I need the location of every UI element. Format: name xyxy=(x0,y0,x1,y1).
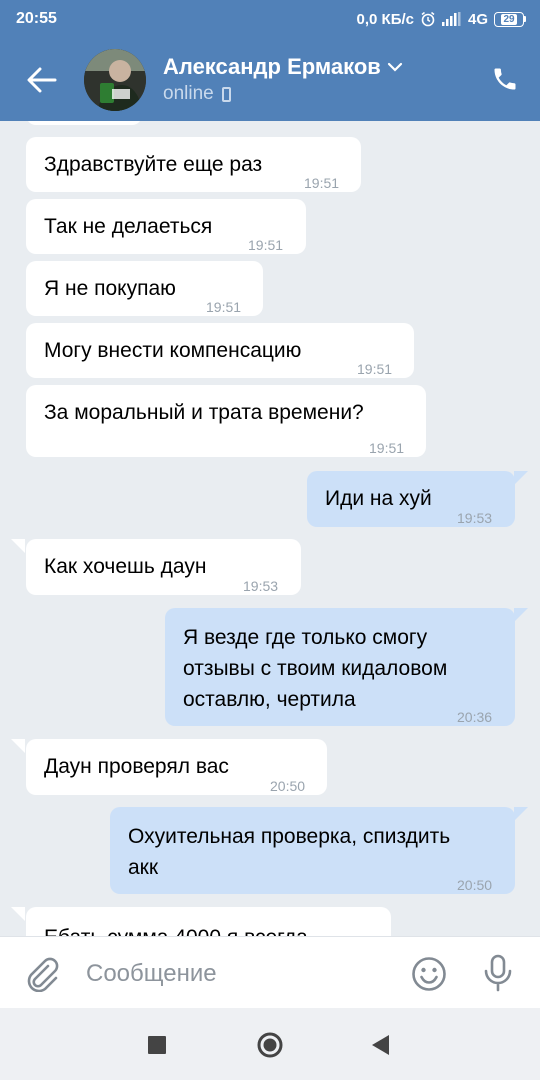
bubble-tail xyxy=(514,471,528,485)
message-input[interactable] xyxy=(86,957,386,991)
message-bubble-outgoing[interactable]: Я везде где только смогу отзывы с твоим … xyxy=(165,608,515,726)
signal-icon xyxy=(441,12,461,26)
contact-presence: online xyxy=(163,83,231,105)
message-bubble-incoming[interactable]: Как хочешь даун 19:53 xyxy=(26,539,301,595)
message-time: 20:50 xyxy=(457,877,493,893)
status-bar: 20:55 0,0 КБ/с 4G 29 xyxy=(0,0,540,38)
message-time: 19:51 xyxy=(248,237,284,253)
recent-apps-icon xyxy=(148,1036,166,1054)
message-text: Я не покупаю xyxy=(44,277,176,300)
bubble-tail xyxy=(514,807,528,821)
phone-icon xyxy=(494,68,516,90)
voice-message-button[interactable] xyxy=(482,954,514,992)
back-nav-button[interactable] xyxy=(365,1030,395,1060)
system-navigation-bar xyxy=(0,1008,540,1080)
message-time: 20:36 xyxy=(457,709,493,725)
back-icon xyxy=(372,1035,389,1055)
message-text: Иди на хуй xyxy=(325,487,432,510)
message-text: Я везде где только смогу отзывы с твоим … xyxy=(183,626,448,711)
home-button[interactable] xyxy=(255,1030,285,1060)
network-type: 4G xyxy=(467,10,488,28)
app-header: 20:55 0,0 КБ/с 4G 29 Александр Ермаков o… xyxy=(0,0,540,121)
message-time: 19:53 xyxy=(457,510,493,526)
message-time: 19:51 xyxy=(206,299,242,315)
message-composer xyxy=(0,936,540,1008)
message-text: Здравствуйте еще раз xyxy=(44,153,263,176)
message-bubble-outgoing[interactable]: Охуительная проверка, спиздить акк 20:50 xyxy=(110,807,515,894)
bubble-tail xyxy=(514,608,528,622)
message-bubble-incoming[interactable]: За моральный и трата времени? 19:51 xyxy=(26,385,426,457)
message-bubble-incoming[interactable]: Могу внести компенсацию 19:51 xyxy=(26,323,414,378)
message-bubble-incoming[interactable]: Здравствуйте еще раз 19:51 xyxy=(26,137,361,192)
message-list[interactable]: Здравствуйте еще раз 19:51 Так не делает… xyxy=(0,121,540,936)
message-time: 19:51 xyxy=(357,361,393,377)
message-text: Ебать сумма 4000 я всегда xyxy=(44,922,308,936)
contact-avatar[interactable] xyxy=(84,49,146,111)
message-bubble-incoming[interactable]: Так не делаеться 19:51 xyxy=(26,199,306,254)
network-speed: 0,0 КБ/с xyxy=(356,10,414,28)
bubble-tail xyxy=(11,539,25,553)
message-time: 19:51 xyxy=(304,175,340,191)
paperclip-icon xyxy=(27,957,59,993)
message-text: За моральный и трата времени? xyxy=(44,401,364,424)
home-icon xyxy=(257,1032,283,1058)
message-text: Как хочешь даун xyxy=(44,555,207,578)
message-bubble-incoming[interactable]: Я не покупаю 19:51 xyxy=(26,261,263,316)
attach-button[interactable] xyxy=(24,954,60,993)
mobile-device-icon xyxy=(221,86,231,102)
message-time: 19:53 xyxy=(243,578,279,594)
contact-name-button[interactable]: Александр Ермаков xyxy=(163,54,403,80)
message-bubble-incoming[interactable]: Даун проверял вас 20:50 xyxy=(26,739,327,795)
battery-level: 29 xyxy=(501,13,517,25)
message-text: Даун проверял вас xyxy=(44,755,229,778)
message-bubble-incoming[interactable]: Ебать сумма 4000 я всегда xyxy=(26,907,391,936)
back-arrow-icon xyxy=(27,67,57,93)
contact-name: Александр Ермаков xyxy=(163,54,381,79)
status-indicators: 0,0 КБ/с 4G 29 xyxy=(357,11,526,28)
message-text: Охуительная проверка, спиздить акк xyxy=(128,825,451,879)
alarm-icon xyxy=(421,11,435,27)
bubble-tail xyxy=(11,739,25,753)
bubble-tail xyxy=(11,907,25,921)
status-time: 20:55 xyxy=(16,10,57,27)
microphone-icon xyxy=(484,954,512,992)
message-text: Могу внести компенсацию xyxy=(44,339,302,362)
message-bubble-outgoing[interactable]: Иди на хуй 19:53 xyxy=(307,471,515,527)
message-time: 20:50 xyxy=(270,778,306,794)
conversation-toolbar: Александр Ермаков online xyxy=(0,38,540,121)
emoji-icon xyxy=(412,957,446,991)
recent-apps-button[interactable] xyxy=(142,1030,172,1060)
message-time: 19:51 xyxy=(369,440,405,456)
chevron-down-icon xyxy=(387,62,402,72)
battery-icon: 29 xyxy=(494,11,526,27)
message-text: Так не делаеться xyxy=(44,215,213,238)
message-bubble-partial xyxy=(26,121,142,125)
presence-text: online xyxy=(163,83,214,104)
emoji-button[interactable] xyxy=(411,956,447,992)
back-button[interactable] xyxy=(22,60,62,100)
call-button[interactable] xyxy=(488,62,522,96)
